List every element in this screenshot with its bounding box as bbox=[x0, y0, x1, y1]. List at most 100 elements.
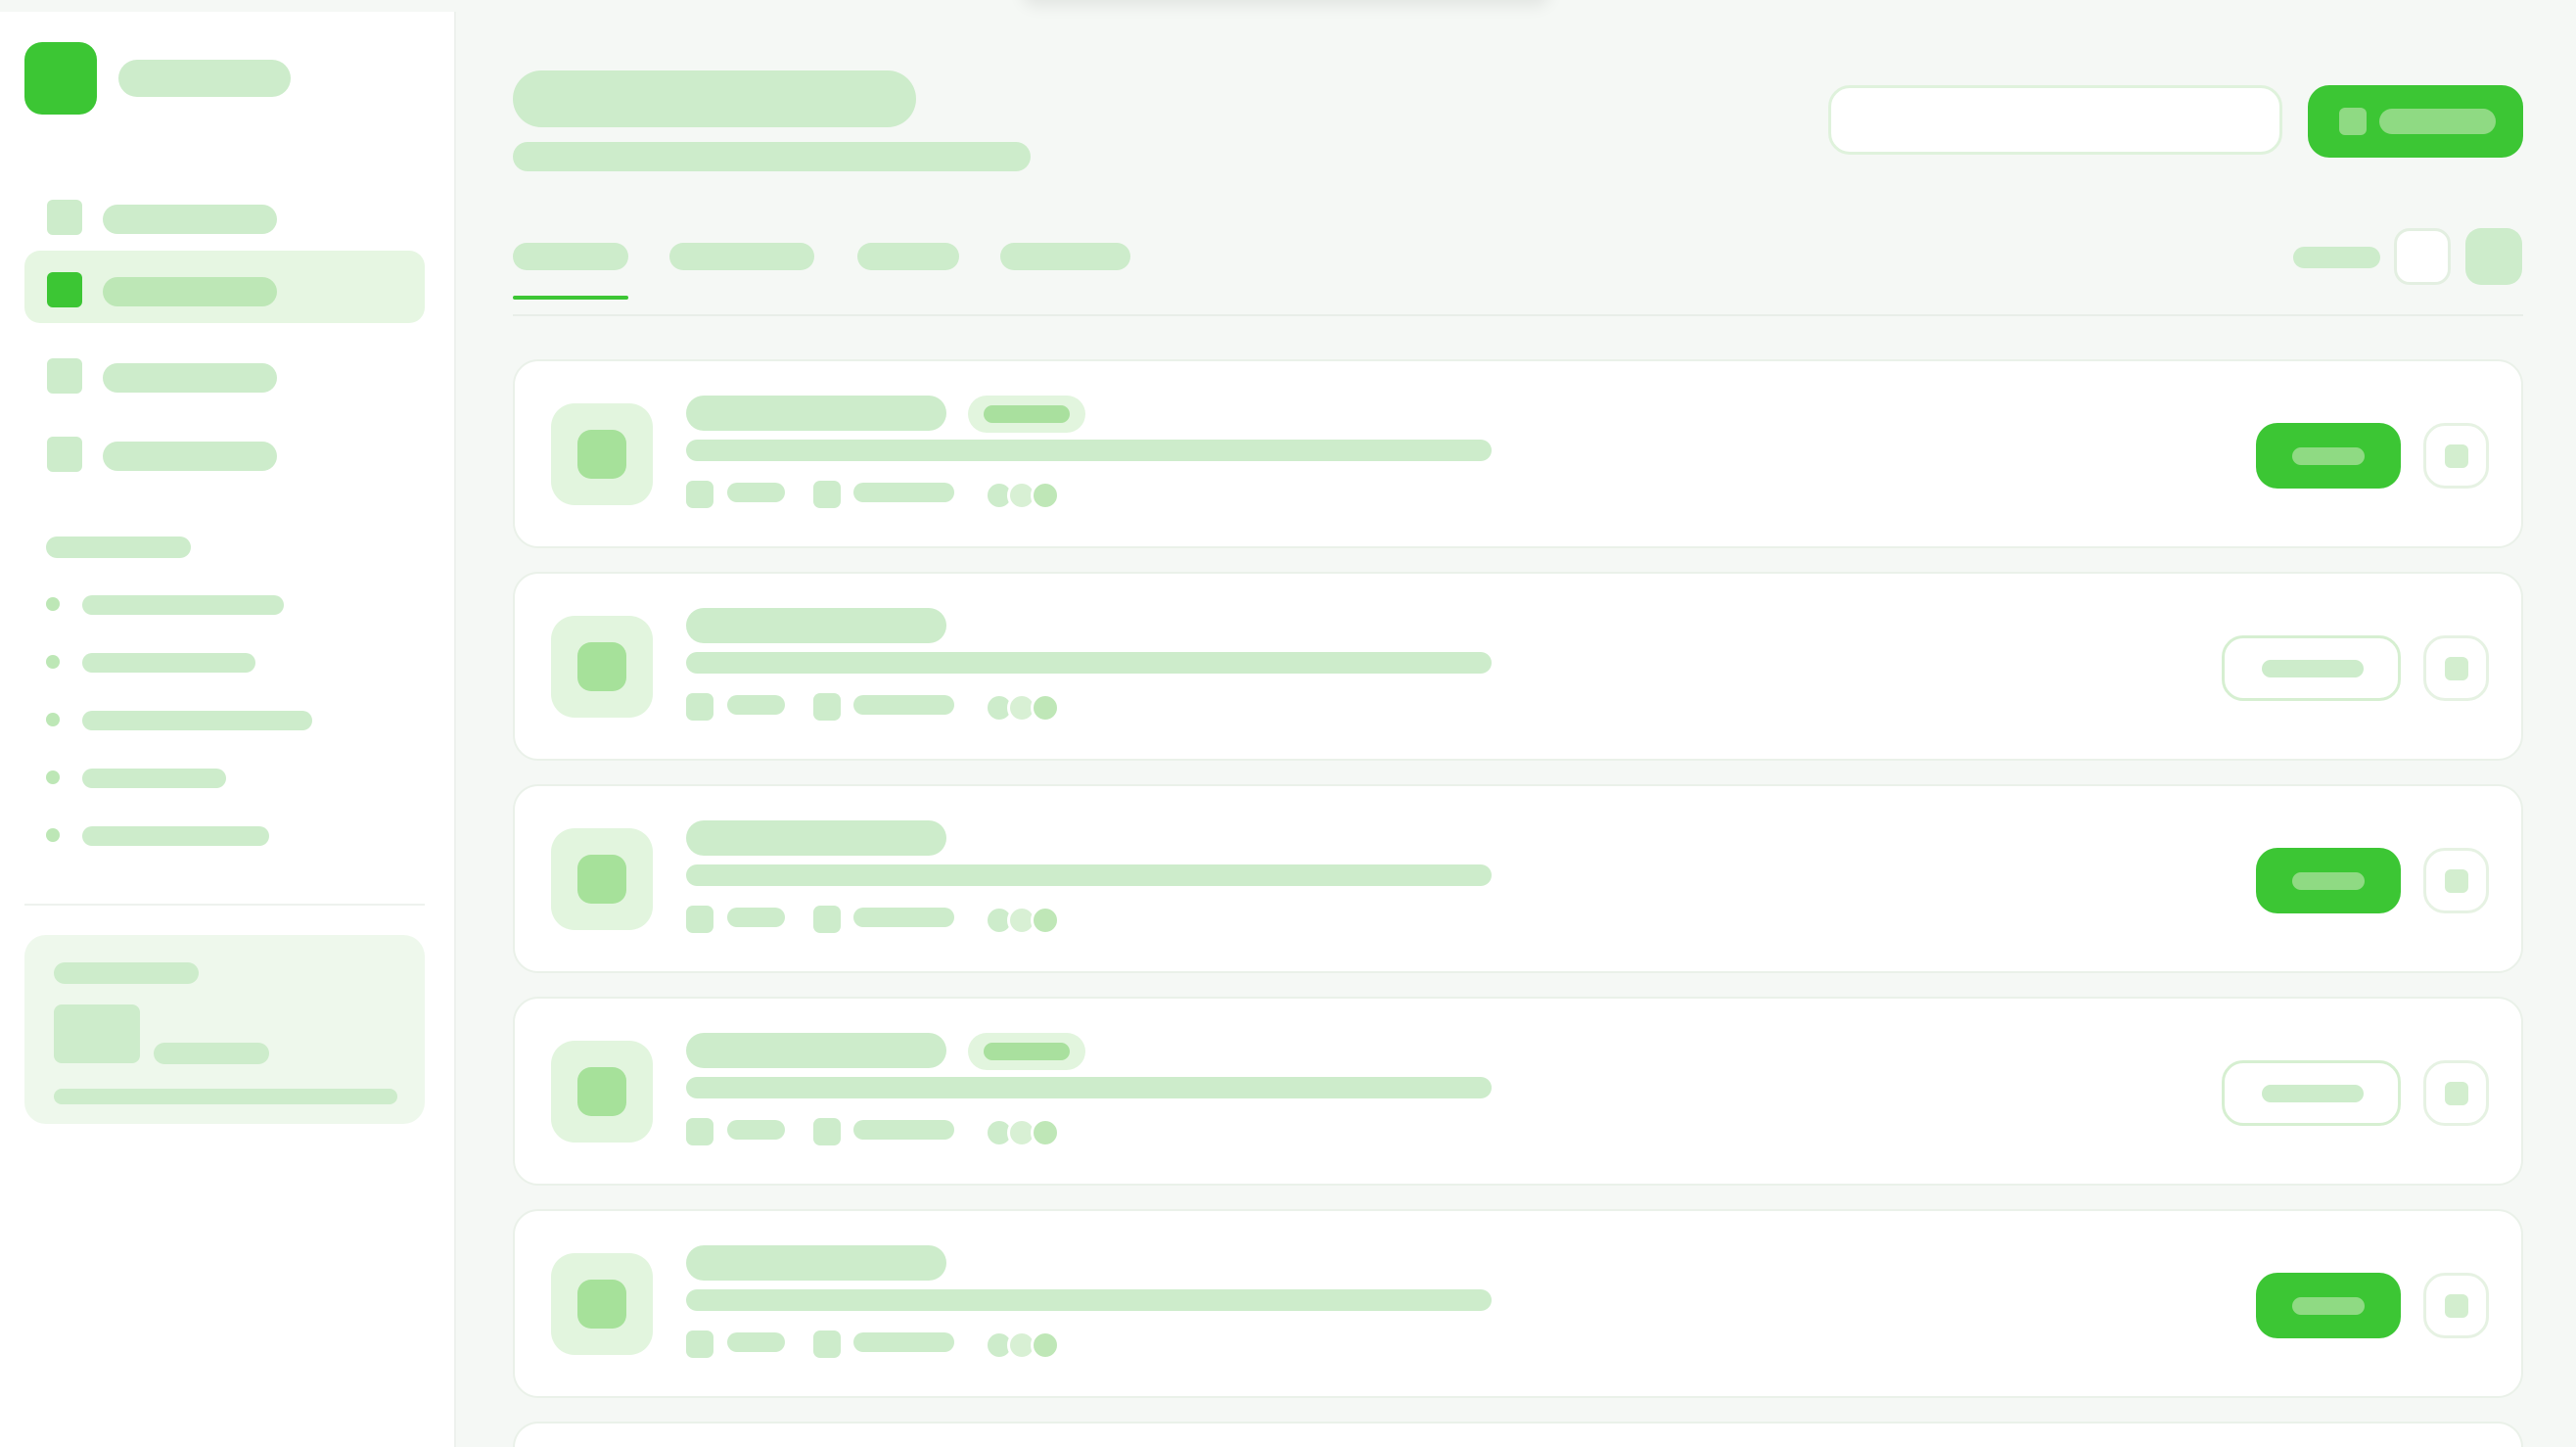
item-title bbox=[686, 1245, 946, 1281]
item-title bbox=[686, 396, 946, 431]
bullet-icon bbox=[46, 713, 60, 726]
primary-action-button[interactable] bbox=[2256, 1273, 2401, 1338]
avatar-3 bbox=[1031, 693, 1060, 723]
more-options-button[interactable] bbox=[2423, 423, 2489, 489]
tab-3[interactable] bbox=[857, 243, 959, 270]
list-item[interactable] bbox=[513, 784, 2523, 973]
item-description bbox=[686, 864, 1492, 886]
item-tag bbox=[853, 483, 954, 502]
sidebar-nav-item-1[interactable] bbox=[24, 178, 425, 251]
active-tab-indicator bbox=[513, 296, 628, 300]
more-options-button[interactable] bbox=[2423, 635, 2489, 701]
primary-action-button[interactable] bbox=[2256, 423, 2401, 489]
more-icon bbox=[2445, 869, 2468, 893]
list-view-toggle[interactable] bbox=[2394, 228, 2451, 285]
item-tag bbox=[853, 1120, 954, 1140]
new-item-button-label bbox=[2379, 109, 2496, 134]
item-avatar bbox=[551, 828, 653, 930]
sidebar-nav-label bbox=[103, 442, 277, 471]
tag-icon bbox=[813, 481, 841, 508]
sidebar-nav-item-2-active[interactable] bbox=[24, 251, 425, 323]
sidebar-nav-item-4[interactable] bbox=[24, 415, 425, 488]
list-item[interactable] bbox=[513, 1209, 2523, 1398]
tab-2[interactable] bbox=[669, 243, 814, 270]
more-options-button[interactable] bbox=[2423, 1060, 2489, 1126]
tab-1[interactable] bbox=[513, 243, 628, 270]
tag-icon bbox=[813, 693, 841, 721]
search-input[interactable] bbox=[1828, 85, 2282, 155]
calendar-icon bbox=[686, 481, 713, 508]
more-options-button[interactable] bbox=[2423, 1273, 2489, 1338]
app-logo-icon[interactable] bbox=[24, 42, 97, 115]
sidebar-nav-item-3[interactable] bbox=[24, 337, 425, 409]
more-icon bbox=[2445, 1294, 2468, 1318]
sidebar-link-label bbox=[82, 595, 284, 615]
grid-view-toggle[interactable] bbox=[2465, 228, 2522, 285]
list-item-partial[interactable] bbox=[513, 1422, 2523, 1447]
sort-label bbox=[2293, 247, 2380, 268]
tabs-divider bbox=[513, 314, 2523, 316]
bullet-icon bbox=[46, 597, 60, 611]
calendar-icon bbox=[686, 1330, 713, 1358]
nav-icon bbox=[47, 200, 82, 235]
plus-icon bbox=[2339, 108, 2367, 135]
status-badge bbox=[968, 396, 1085, 433]
list-item[interactable] bbox=[513, 359, 2523, 548]
sidebar-link-label bbox=[82, 769, 226, 788]
tag-icon bbox=[813, 1118, 841, 1145]
sidebar-nav-label bbox=[103, 205, 277, 234]
item-avatar bbox=[551, 1041, 653, 1143]
item-tag bbox=[853, 908, 954, 927]
app-name bbox=[118, 60, 291, 97]
sidebar-nav-label bbox=[103, 363, 277, 393]
page-subtitle bbox=[513, 142, 1031, 171]
bullet-icon bbox=[46, 655, 60, 669]
sidebar-link-label bbox=[82, 653, 255, 673]
more-icon bbox=[2445, 444, 2468, 468]
calendar-icon bbox=[686, 906, 713, 933]
list-item[interactable] bbox=[513, 997, 2523, 1186]
tag-icon bbox=[813, 1330, 841, 1358]
item-description bbox=[686, 1289, 1492, 1311]
more-icon bbox=[2445, 657, 2468, 680]
nav-icon bbox=[47, 437, 82, 472]
sidebar bbox=[0, 12, 456, 1447]
promo-title bbox=[54, 962, 199, 984]
nav-icon bbox=[47, 358, 82, 394]
more-options-button[interactable] bbox=[2423, 848, 2489, 913]
item-title bbox=[686, 608, 946, 643]
primary-action-button[interactable] bbox=[2256, 848, 2401, 913]
bullet-icon bbox=[46, 828, 60, 842]
avatar-3 bbox=[1031, 1330, 1060, 1360]
status-badge bbox=[968, 1033, 1085, 1070]
tag-icon bbox=[813, 906, 841, 933]
more-icon bbox=[2445, 1082, 2468, 1105]
item-date bbox=[727, 1120, 785, 1140]
sidebar-nav-label bbox=[103, 277, 277, 306]
list-item[interactable] bbox=[513, 572, 2523, 761]
item-avatar bbox=[551, 403, 653, 505]
avatar-3 bbox=[1031, 481, 1060, 510]
avatar-3 bbox=[1031, 906, 1060, 935]
sidebar-promo-card[interactable] bbox=[24, 935, 425, 1124]
promo-text bbox=[154, 1043, 269, 1064]
sidebar-section-heading bbox=[46, 537, 191, 558]
item-description bbox=[686, 1077, 1492, 1098]
item-title bbox=[686, 820, 946, 856]
secondary-action-button[interactable] bbox=[2222, 635, 2401, 701]
secondary-action-button[interactable] bbox=[2222, 1060, 2401, 1126]
item-tag bbox=[853, 695, 954, 715]
promo-image bbox=[54, 1004, 140, 1063]
calendar-icon bbox=[686, 693, 713, 721]
sidebar-link-label bbox=[82, 826, 269, 846]
tab-4[interactable] bbox=[1000, 243, 1130, 270]
new-item-button[interactable] bbox=[2308, 85, 2523, 158]
item-description bbox=[686, 440, 1492, 461]
item-title bbox=[686, 1033, 946, 1068]
item-date bbox=[727, 908, 785, 927]
item-date bbox=[727, 1332, 785, 1352]
avatar-3 bbox=[1031, 1118, 1060, 1147]
calendar-icon bbox=[686, 1118, 713, 1145]
nav-icon bbox=[47, 272, 82, 307]
item-avatar bbox=[551, 616, 653, 718]
